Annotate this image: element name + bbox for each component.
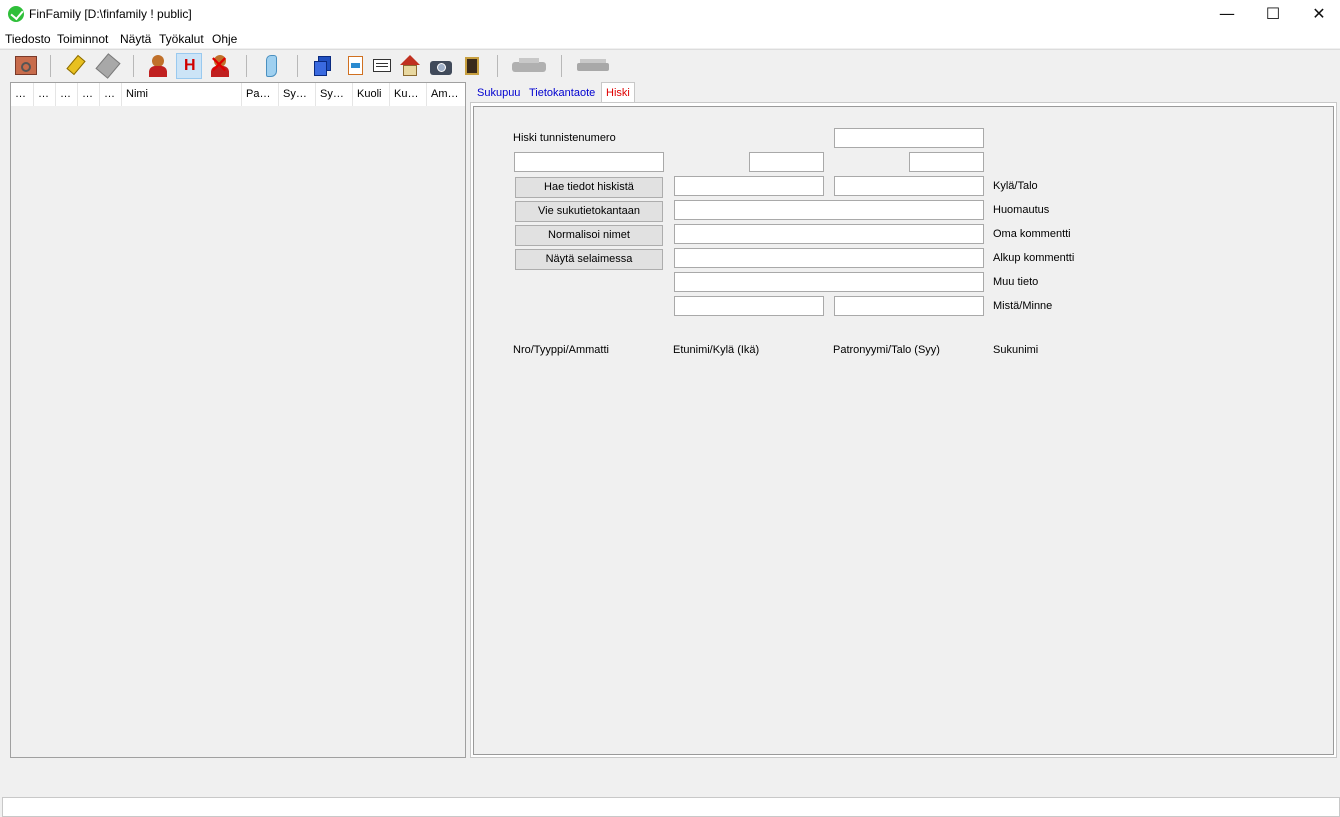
- merge-button[interactable]: [95, 53, 121, 79]
- village-field-1[interactable]: [674, 176, 824, 196]
- minimize-button[interactable]: —: [1204, 0, 1250, 30]
- own-comment-field[interactable]: [674, 224, 984, 244]
- menu-tiedosto[interactable]: Tiedosto: [5, 32, 51, 46]
- printer-disabled-icon: [512, 62, 546, 72]
- tab-tietokantaote[interactable]: Tietokantaote: [525, 84, 599, 103]
- column-header[interactable]: Sy…: [279, 83, 316, 106]
- export-to-database-button[interactable]: Vie sukutietokantaan: [515, 201, 663, 222]
- other-info-field[interactable]: [674, 272, 984, 292]
- menu-tyokalut[interactable]: Työkalut: [159, 32, 204, 46]
- title-bar: FinFamily [D:\finfamily ! public] — ☐ ✕: [0, 0, 1340, 30]
- hiski-panel: Hiski tunnistenumero Hae tiedot hiskistä…: [470, 102, 1337, 758]
- village-label: Kylä/Talo: [993, 180, 1038, 192]
- column-header[interactable]: Ku…: [390, 83, 427, 106]
- toolbar: H ✕: [0, 49, 1340, 80]
- normalize-names-button[interactable]: Normalisoi nimet: [515, 225, 663, 246]
- column-header[interactable]: …: [34, 83, 56, 106]
- column-label-first-name: Etunimi/Kylä (Ikä): [673, 344, 760, 356]
- hiski-field-small-2[interactable]: [909, 152, 984, 172]
- toolbar-separator: [246, 55, 247, 77]
- hiski-button[interactable]: H: [176, 53, 202, 79]
- window-title: FinFamily [D:\finfamily ! public]: [29, 7, 192, 21]
- from-field[interactable]: [674, 296, 824, 316]
- to-field[interactable]: [834, 296, 984, 316]
- tab-hiski[interactable]: Hiski: [601, 82, 635, 103]
- column-header[interactable]: …: [56, 83, 78, 106]
- maximize-button[interactable]: ☐: [1250, 0, 1296, 30]
- list-column-header: … … … … … Nimi Pa… Sy… Sy… Kuoli Ku… Am…: [11, 83, 465, 106]
- column-label-nro: Nro/Tyyppi/Ammatti: [513, 344, 609, 356]
- column-header-nimi[interactable]: Nimi: [122, 83, 242, 106]
- hiski-id-label: Hiski tunnistenumero: [513, 132, 616, 144]
- other-info-label: Muu tieto: [993, 276, 1039, 288]
- toolbar-separator: [50, 55, 51, 77]
- copy-button[interactable]: [310, 53, 336, 79]
- toolbar-separator: [561, 55, 562, 77]
- note-field[interactable]: [674, 200, 984, 220]
- hiski-field-small-1[interactable]: [749, 152, 824, 172]
- open-database-button[interactable]: [13, 53, 39, 79]
- hiski-h-icon: H: [184, 57, 196, 74]
- pencil-icon: [66, 54, 86, 76]
- own-comment-label: Oma kommentti: [993, 228, 1071, 240]
- camera-button[interactable]: [428, 53, 454, 79]
- person-list-panel[interactable]: … … … … … Nimi Pa… Sy… Sy… Kuoli Ku… Am…: [10, 82, 466, 758]
- scanner-button[interactable]: [575, 53, 611, 79]
- card-button[interactable]: [369, 53, 395, 79]
- column-header[interactable]: Sy…: [316, 83, 353, 106]
- portrait-icon: [465, 57, 479, 75]
- menu-ohje[interactable]: Ohje: [212, 32, 237, 46]
- column-header[interactable]: Am…: [427, 83, 465, 106]
- hiski-field-top-right[interactable]: [834, 128, 984, 148]
- column-header[interactable]: …: [78, 83, 100, 106]
- person-button[interactable]: [145, 53, 171, 79]
- note-label: Huomautus: [993, 204, 1050, 216]
- report-button[interactable]: [342, 53, 368, 79]
- status-bar: [2, 797, 1340, 817]
- fetch-from-hiski-button[interactable]: Hae tiedot hiskistä: [515, 177, 663, 198]
- menu-toiminnot[interactable]: Toiminnot: [57, 32, 108, 46]
- toolbar-separator: [133, 55, 134, 77]
- orig-comment-field[interactable]: [674, 248, 984, 268]
- orig-comment-label: Alkup kommentti: [993, 252, 1075, 264]
- from-to-label: Mistä/Minne: [993, 300, 1053, 312]
- tab-sukupuu[interactable]: Sukupuu: [473, 84, 524, 103]
- column-label-patronym: Patronyymi/Talo (Syy): [833, 344, 940, 356]
- map-button[interactable]: [258, 53, 284, 79]
- toolbar-separator: [297, 55, 298, 77]
- menu-nayta[interactable]: Näytä: [120, 32, 151, 46]
- print-button[interactable]: [511, 53, 547, 79]
- close-button[interactable]: ✕: [1296, 0, 1340, 30]
- home-button[interactable]: [397, 53, 423, 79]
- column-header[interactable]: …: [100, 83, 122, 106]
- house-icon: [400, 55, 420, 65]
- scanner-disabled-icon: [577, 63, 609, 71]
- toolbar-separator: [497, 55, 498, 77]
- column-header-kuoli[interactable]: Kuoli: [353, 83, 390, 106]
- village-field-2[interactable]: [834, 176, 984, 196]
- column-header[interactable]: …: [11, 83, 34, 106]
- portrait-button[interactable]: [459, 53, 485, 79]
- edit-button[interactable]: [63, 53, 89, 79]
- hiski-id-input[interactable]: [514, 152, 664, 172]
- show-in-browser-button[interactable]: Näytä selaimessa: [515, 249, 663, 270]
- column-header[interactable]: Pa…: [242, 83, 279, 106]
- delete-cross-icon: ✕: [209, 51, 230, 79]
- column-label-surname: Sukunimi: [993, 344, 1039, 356]
- hiski-form: Hiski tunnistenumero Hae tiedot hiskistä…: [473, 106, 1334, 755]
- finfamily-logo-icon: [8, 6, 24, 22]
- menu-bar: Tiedosto Toiminnot Näytä Työkalut Ohje: [0, 30, 1340, 48]
- delete-person-button[interactable]: ✕: [207, 51, 233, 79]
- tool-disabled-icon: [95, 53, 121, 79]
- finland-map-icon: [266, 55, 277, 77]
